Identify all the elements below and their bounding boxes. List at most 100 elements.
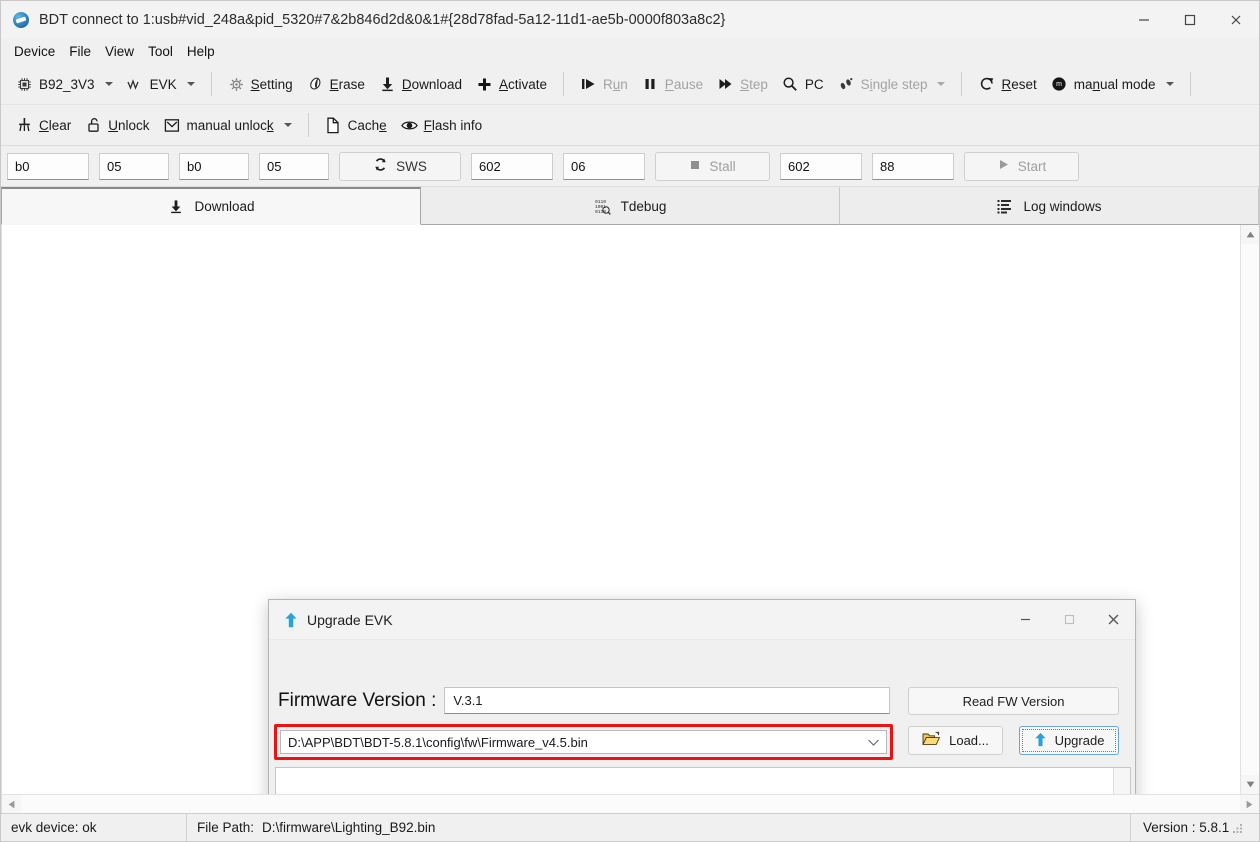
pause-button[interactable]: Pause: [635, 69, 710, 99]
menu-tool[interactable]: Tool: [141, 41, 180, 62]
reset-button[interactable]: Reset: [971, 69, 1043, 99]
menu-file[interactable]: File: [62, 41, 98, 62]
cache-button[interactable]: Cache: [318, 110, 394, 140]
unlock-button[interactable]: Unlock: [78, 110, 156, 140]
read-fw-version-button[interactable]: Read FW Version: [908, 687, 1119, 715]
sws-label: SWS: [396, 158, 427, 174]
start-button[interactable]: Start: [964, 151, 1079, 181]
status-resize-grip[interactable]: [1231, 821, 1245, 835]
chevron-down-icon[interactable]: [283, 123, 292, 127]
manual-unlock-dropdown[interactable]: manual unlock: [157, 110, 299, 140]
title-bar: BDT connect to 1:usb#vid_248a&pid_5320#7…: [1, 1, 1259, 39]
step-forward-icon: [717, 76, 734, 93]
download-button[interactable]: Download: [372, 69, 469, 99]
reset-label: Reset: [1001, 76, 1037, 92]
main-horizontal-scrollbar[interactable]: [2, 794, 1259, 813]
run-label: Run: [603, 76, 628, 92]
menu-help[interactable]: Help: [180, 41, 222, 62]
page-icon: [325, 117, 342, 134]
flash-info-label: Flash info: [423, 117, 483, 133]
flash-info-button[interactable]: Flash info: [394, 110, 490, 140]
value-field-4[interactable]: 88: [872, 152, 954, 180]
upgrade-label: Upgrade: [1054, 733, 1105, 748]
menu-device[interactable]: Device: [7, 41, 62, 62]
value-field-1[interactable]: 602: [471, 152, 553, 180]
status-device: evk device: ok: [1, 813, 187, 842]
chevron-down-icon[interactable]: [186, 82, 195, 86]
canvas-wrap: Upgrade EVK Firmware Version: V.3.1 Rea…: [2, 225, 1259, 794]
tab-bar: Download 0110 1001 0110 Tdebug Log windo…: [1, 187, 1259, 225]
address-field-2[interactable]: 05: [99, 152, 169, 180]
chip-select-label: B92_3V3: [39, 76, 95, 92]
vertical-scroll-track[interactable]: [1241, 244, 1259, 775]
clear-button[interactable]: Clear: [9, 110, 78, 140]
toolbar-separator: [563, 72, 565, 96]
scroll-right-arrow-icon[interactable]: [1240, 795, 1259, 814]
download-label: Download: [401, 76, 462, 92]
erase-button[interactable]: Erase: [300, 69, 372, 99]
activate-button[interactable]: Activate: [469, 69, 554, 99]
address-field-4[interactable]: 05: [259, 152, 329, 180]
upgrade-button[interactable]: Upgrade: [1019, 726, 1119, 755]
chevron-down-icon[interactable]: [937, 82, 946, 86]
menu-view[interactable]: View: [98, 41, 141, 62]
mode-select-dropdown[interactable]: m manual mode: [1044, 69, 1181, 99]
chip-icon: [16, 76, 33, 93]
chevron-down-icon[interactable]: [860, 731, 886, 753]
window-controls: [1121, 1, 1259, 39]
address-field-1[interactable]: b0: [7, 152, 89, 180]
firmware-path-value: D:\APP\BDT\BDT-5.8.1\config\fw\Firmware_…: [288, 734, 588, 750]
scroll-down-arrow-icon[interactable]: [1241, 775, 1259, 794]
pause-label: Pause: [664, 76, 704, 92]
close-icon[interactable]: [1213, 1, 1259, 39]
firmware-version-input[interactable]: V.3.1: [444, 687, 890, 714]
tab-tdebug[interactable]: 0110 1001 0110 Tdebug: [421, 187, 840, 225]
single-step-dropdown[interactable]: Single step: [831, 69, 953, 99]
stall-button[interactable]: Stall: [655, 151, 770, 181]
stop-square-icon: [689, 159, 701, 174]
file-path-value: D:\firmware\Lighting_B92.bin: [262, 820, 436, 835]
load-button[interactable]: Load...: [908, 726, 1003, 755]
status-file-path: File Path: D:\firmware\Lighting_B92.bin: [187, 813, 1131, 842]
firmware-path-combobox[interactable]: D:\APP\BDT\BDT-5.8.1\config\fw\Firmware_…: [280, 730, 887, 754]
step-button[interactable]: Step: [710, 69, 775, 99]
play-triangle-icon: [997, 158, 1010, 174]
horizontal-scroll-track[interactable]: [21, 794, 1240, 813]
content-area: Upgrade EVK Firmware Version: V.3.1 Rea…: [1, 225, 1259, 813]
erase-label: Erase: [329, 76, 365, 92]
interface-select-label: EVK: [149, 76, 177, 92]
setting-button[interactable]: Setting: [221, 69, 300, 99]
value-field-3[interactable]: 602: [780, 152, 862, 180]
main-vertical-scrollbar[interactable]: [1240, 225, 1259, 794]
chevron-down-icon[interactable]: [104, 82, 113, 86]
value-field-2[interactable]: 06: [563, 152, 645, 180]
maximize-icon[interactable]: [1167, 1, 1213, 39]
minimize-icon[interactable]: [1121, 1, 1167, 39]
chevron-down-icon[interactable]: [1165, 82, 1174, 86]
dialog-log-scrollbar[interactable]: [1113, 768, 1130, 794]
run-button[interactable]: Run: [573, 69, 635, 99]
dialog-window-controls: [1003, 600, 1135, 640]
padlock-open-icon: [85, 117, 102, 134]
download-panel-canvas: Upgrade EVK Firmware Version: V.3.1 Rea…: [2, 225, 1240, 794]
svg-text:0110: 0110: [595, 209, 606, 215]
address-field-3[interactable]: b0: [179, 152, 249, 180]
window-title: BDT connect to 1:usb#vid_248a&pid_5320#7…: [39, 11, 726, 28]
dialog-maximize-icon[interactable]: [1047, 600, 1091, 640]
chip-select-dropdown[interactable]: B92_3V3: [9, 69, 120, 99]
interface-select-dropdown[interactable]: EVK: [120, 69, 202, 99]
dialog-minimize-icon[interactable]: [1003, 600, 1047, 640]
unlock-label: Unlock: [108, 117, 150, 133]
sws-button[interactable]: SWS: [339, 151, 461, 181]
pc-button[interactable]: PC: [775, 69, 831, 99]
mail-m-icon: [164, 117, 181, 134]
reset-circular-arrow-icon: [978, 76, 995, 93]
tab-log-windows[interactable]: Log windows: [840, 187, 1259, 225]
dialog-close-icon[interactable]: [1091, 600, 1135, 640]
application-window: BDT connect to 1:usb#vid_248a&pid_5320#7…: [0, 0, 1260, 842]
load-label: Load...: [949, 733, 989, 748]
scroll-left-arrow-icon[interactable]: [2, 795, 21, 814]
single-step-label: Single step: [860, 76, 928, 92]
scroll-up-arrow-icon[interactable]: [1241, 225, 1259, 244]
tab-download[interactable]: Download: [1, 187, 421, 225]
